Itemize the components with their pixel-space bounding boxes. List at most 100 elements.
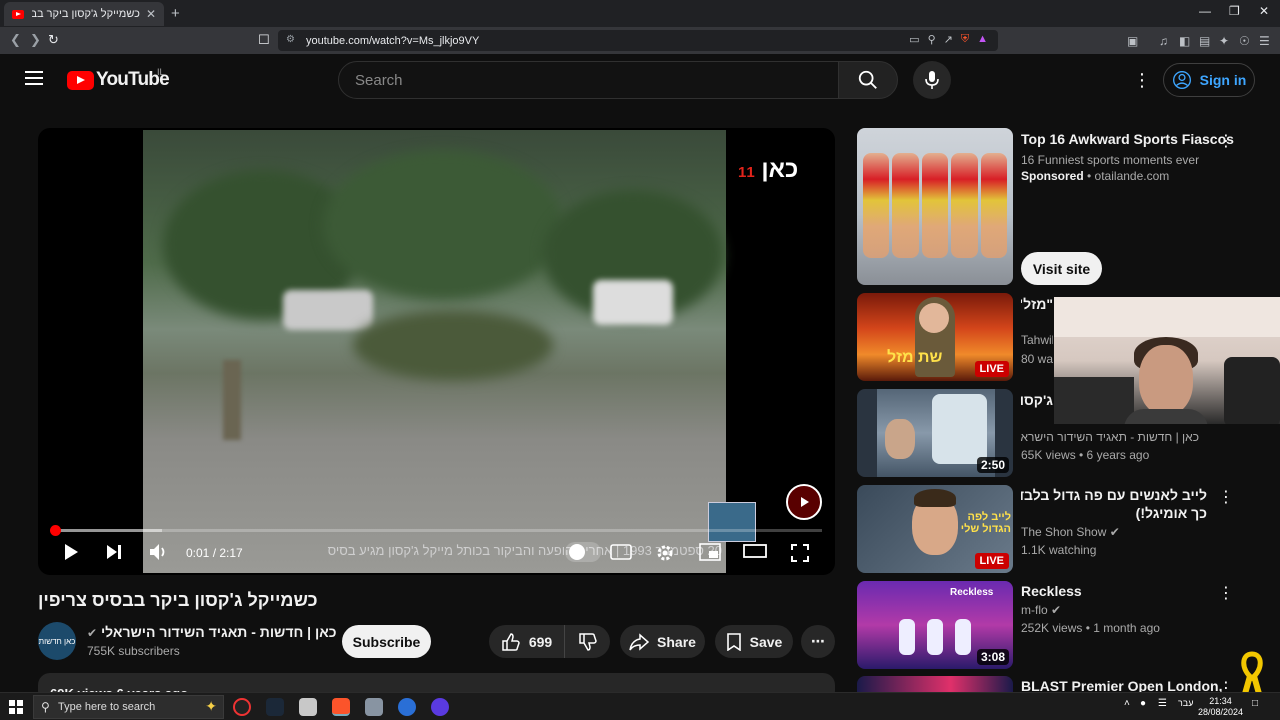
video-channel[interactable]: Tahwil <box>1021 333 1053 347</box>
cast-icon[interactable]: ▭ <box>909 33 919 46</box>
video-thumbnail[interactable]: לייב לפה הגדול שלי LIVE <box>857 485 1013 573</box>
browser-menu-icon[interactable]: ☰ <box>1259 34 1270 48</box>
more-actions-button[interactable]: ⋯ <box>801 625 835 658</box>
video-more-icon[interactable]: ⋮ <box>1218 583 1234 603</box>
youtube-logo[interactable]: YouTube IL <box>67 67 170 91</box>
taskbar-app-brave-icon[interactable] <box>332 698 350 716</box>
forward-icon[interactable]: ❯ <box>30 32 41 48</box>
minimize-window-icon[interactable]: — <box>1199 4 1211 18</box>
fullscreen-icon <box>791 544 809 562</box>
visit-site-button[interactable]: Visit site <box>1021 252 1102 285</box>
tray-mic-icon[interactable]: ● <box>1140 698 1146 709</box>
ad-more-icon[interactable]: ⋮ <box>1218 131 1234 151</box>
browser-nav-bar: ❮ ❯ ↻ ☐ ⚙ youtube.com/watch?v=Ms_jlkjo9V… <box>0 27 1280 54</box>
vpn-icon[interactable]: ☉ <box>1239 34 1250 48</box>
like-button[interactable]: 699 <box>489 625 564 658</box>
notifications-icon[interactable]: □ <box>1252 698 1258 709</box>
video-player[interactable]: 11 כאן 20 ספטמבר 1993 | אחרי ההופעה והבי… <box>38 128 835 575</box>
taskbar-app-chrome-icon[interactable] <box>233 698 251 716</box>
video-more-icon[interactable]: ⋮ <box>1218 487 1234 507</box>
wallet-icon[interactable]: ▤ <box>1199 34 1210 48</box>
leo-ai-icon[interactable]: ✦ <box>1219 34 1229 48</box>
reload-icon[interactable]: ↻ <box>48 32 59 48</box>
miniplayer-button[interactable] <box>699 543 721 566</box>
windows-start-icon[interactable] <box>9 700 23 714</box>
restore-window-icon[interactable]: ❐ <box>1229 4 1240 18</box>
verified-icon: ✔ <box>87 626 98 640</box>
video-title-link-line2[interactable]: כך אומיגל!) <box>1021 505 1207 521</box>
taskbar-app-discord-icon[interactable] <box>431 698 449 716</box>
search-input[interactable]: Search <box>338 61 839 99</box>
voice-search-button[interactable] <box>913 61 951 99</box>
zoom-icon[interactable]: ⚲ <box>928 33 936 46</box>
theater-mode-button[interactable] <box>743 543 767 564</box>
ad-title[interactable]: Top 16 Awkward Sports Fiascos <box>1021 131 1234 147</box>
settings-button[interactable] <box>655 543 675 568</box>
close-window-icon[interactable]: ✕ <box>1259 4 1269 18</box>
new-tab-button[interactable]: + <box>171 5 180 22</box>
channel-avatar[interactable]: כאן חדשות <box>38 622 76 660</box>
tab-close-icon[interactable]: ✕ <box>146 7 156 21</box>
fullscreen-button[interactable] <box>790 543 810 568</box>
brave-rewards-icon[interactable]: ▲ <box>977 33 988 46</box>
buffered-bar <box>55 529 163 532</box>
tray-language[interactable]: עבר <box>1178 698 1193 708</box>
channel-name[interactable]: כאן | חדשות - תאגיד השידור הישראלי ✔ <box>87 624 337 640</box>
site-info-icon[interactable]: ⚙ <box>286 34 295 45</box>
mute-button[interactable] <box>149 543 169 566</box>
address-bar[interactable]: ⚙ youtube.com/watch?v=Ms_jlkjo9VY ▭ ⚲ ↗ … <box>278 30 998 51</box>
taskbar-app-explorer-icon[interactable] <box>299 698 317 716</box>
next-button[interactable] <box>105 543 123 566</box>
account-icon <box>1172 71 1191 89</box>
thumbs-up-icon <box>502 632 520 651</box>
video-channel[interactable]: m-flo ✔ <box>1021 603 1061 617</box>
tray-clock[interactable]: 21:34 28/08/2024 <box>1198 696 1243 718</box>
bookmark-icon[interactable]: ☐ <box>258 32 270 48</box>
search-button[interactable] <box>838 61 898 99</box>
sign-in-button[interactable]: Sign in <box>1163 63 1255 97</box>
progress-bar[interactable] <box>49 525 822 536</box>
browser-tab[interactable]: כשמייקל ג'קסון ביקר בבסיס צריפין ✕ <box>4 2 164 26</box>
save-button[interactable]: Save <box>715 625 793 658</box>
subtitles-button[interactable] <box>610 544 632 565</box>
dislike-button[interactable] <box>564 625 610 658</box>
taskbar-search[interactable]: ⚲ Type here to search ✦ <box>33 695 224 719</box>
taskbar-app-steam-icon[interactable] <box>266 698 284 716</box>
tab-search-icon[interactable]: ▣ <box>1127 34 1138 48</box>
tray-network-icon[interactable]: ☰ <box>1158 698 1167 709</box>
video-title-link[interactable]: ג'קסון בישראל <box>1021 392 1053 408</box>
video-thumbnail[interactable]: Reckless 3:08 <box>857 581 1013 669</box>
autoplay-toggle[interactable] <box>565 542 601 562</box>
subtitles-icon <box>610 544 632 560</box>
ad-thumbnail[interactable] <box>857 128 1013 285</box>
video-title-link[interactable]: "מזל" | מה המשך? <box>1021 296 1053 312</box>
sidebar-icon[interactable]: ◧ <box>1179 34 1190 48</box>
tray-overflow-icon[interactable]: ˄ <box>1124 698 1130 709</box>
brave-shield-icon[interactable]: ⛨ <box>961 33 969 46</box>
scrubber-handle[interactable] <box>49 525 61 536</box>
share-button[interactable]: Share <box>620 625 705 658</box>
miniplayer-icon <box>699 543 721 561</box>
taskbar-app-shield-icon[interactable] <box>365 698 383 716</box>
thumbnail-caption: שת מזל <box>887 349 943 366</box>
settings-menu-icon[interactable]: ⋮ <box>1133 70 1151 91</box>
live-badge: LIVE <box>974 553 1009 569</box>
play-button[interactable] <box>62 543 80 566</box>
share-page-icon[interactable]: ↗ <box>944 33 953 46</box>
video-channel[interactable]: כאן | חדשות - תאגיד השידור הישראלי ✔ <box>1021 430 1199 444</box>
back-icon[interactable]: ❮ <box>10 32 21 48</box>
taskbar-app-ccleaner-icon[interactable] <box>398 698 416 716</box>
video-duration: 3:08 <box>976 649 1009 665</box>
subscribe-button[interactable]: Subscribe <box>342 625 431 658</box>
video-title-link[interactable]: לייב לאנשים עם פה גדול בלבד! (אחר <box>1021 487 1207 503</box>
video-thumbnail[interactable] <box>857 676 1013 692</box>
channel-branding-icon[interactable] <box>786 484 822 520</box>
video-thumbnail[interactable]: 2:50 <box>857 389 1013 477</box>
media-icon[interactable]: ♫ <box>1159 34 1168 48</box>
video-thumbnail[interactable]: שת מזל LIVE <box>857 293 1013 381</box>
guide-menu-icon[interactable] <box>25 71 43 85</box>
country-code: IL <box>157 67 165 77</box>
video-title-link[interactable]: Reckless <box>1021 583 1082 599</box>
video-frame[interactable] <box>143 130 756 573</box>
video-channel[interactable]: The Shon Show ✔ <box>1021 525 1120 539</box>
